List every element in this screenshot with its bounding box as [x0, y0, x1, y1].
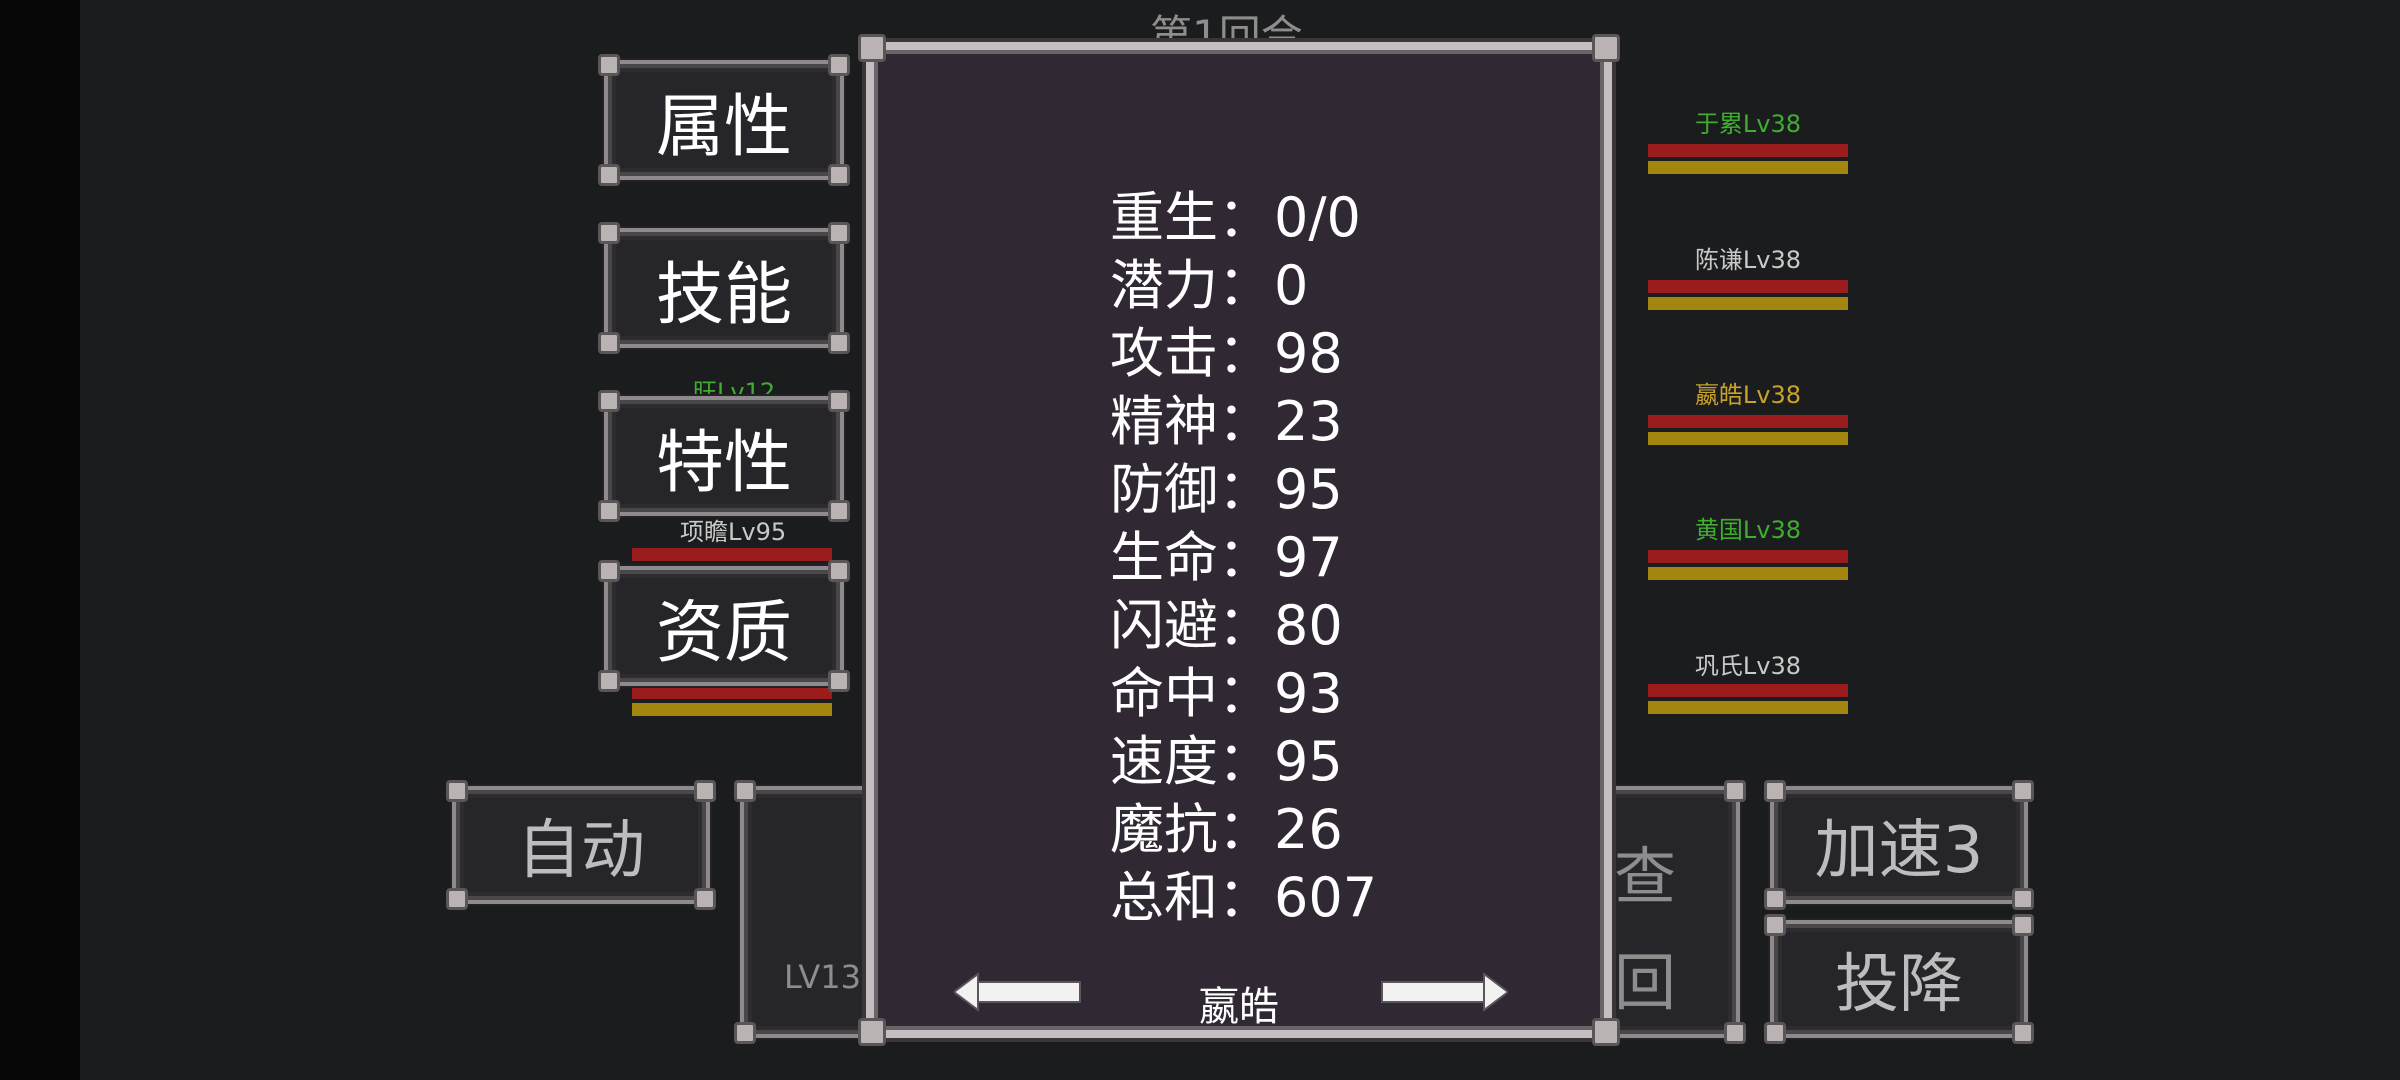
surrender-button[interactable]: 投降 [1764, 914, 2034, 1044]
speed-label: 加速3 [1814, 814, 1984, 888]
stat-row-magic-resist: 魔抗：26 [1110, 798, 1343, 862]
stat-value: 607 [1274, 866, 1378, 929]
stat-label: 攻击： [1110, 322, 1272, 385]
stat-value: 95 [1274, 730, 1343, 793]
stat-value: 95 [1274, 458, 1343, 521]
attributes-label: 属性 [655, 87, 792, 167]
ally-hp-bar-2 [632, 686, 832, 699]
stat-label: 命中： [1110, 662, 1272, 725]
stat-label: 魔抗： [1110, 798, 1272, 861]
enemy-hp-bar [1648, 280, 1848, 293]
return-button-label[interactable]: 回 [1614, 932, 1676, 1022]
stat-value: 97 [1274, 526, 1343, 589]
stat-label: 潜力： [1110, 254, 1272, 317]
enemy-name[interactable]: 巩氏Lv38 [1648, 646, 1848, 681]
stat-value: 80 [1274, 594, 1343, 657]
enemy-hp-bar [1648, 144, 1848, 157]
stat-row-attack: 攻击：98 [1110, 322, 1343, 386]
stat-row-total: 总和：607 [1110, 866, 1377, 930]
stat-label: 总和： [1110, 866, 1272, 929]
left-black-bar [0, 0, 80, 1080]
enemy-mp-bar [1648, 297, 1848, 310]
skills-button[interactable]: 技能 [598, 222, 850, 354]
stat-value: 98 [1274, 322, 1343, 385]
enemy-name[interactable]: 陈谦Lv38 [1648, 240, 1848, 275]
enemy-mp-bar [1648, 567, 1848, 580]
stat-label: 速度： [1110, 730, 1272, 793]
traits-button[interactable]: 特性 [598, 390, 850, 522]
speed-button[interactable]: 加速3 [1764, 780, 2034, 910]
enemy-mp-bar [1648, 161, 1848, 174]
enemy-hp-bar [1648, 550, 1848, 563]
skills-label: 技能 [655, 255, 792, 335]
enemy-name[interactable]: 嬴皓Lv38 [1648, 375, 1848, 410]
stat-label: 防御： [1110, 458, 1272, 521]
ally-label-2: 项瞻Lv95 [680, 518, 787, 546]
aptitude-button[interactable]: 资质 [598, 560, 850, 692]
enemy-hp-bar [1648, 684, 1848, 697]
stat-value: 23 [1274, 390, 1343, 453]
enemy-hp-bar [1648, 415, 1848, 428]
auto-label: 自动 [517, 814, 645, 888]
next-character-arrow-icon[interactable] [1378, 972, 1508, 1012]
stat-value: 0/0 [1274, 186, 1361, 249]
ally-hp-bar [632, 548, 832, 561]
stat-value: 93 [1274, 662, 1343, 725]
aptitude-label: 资质 [655, 593, 792, 673]
surrender-label: 投降 [1835, 948, 1963, 1022]
stat-row-potential: 潜力：0 [1110, 254, 1308, 318]
stat-row-rebirth: 重生：0/0 [1110, 186, 1361, 250]
stat-label: 闪避： [1110, 594, 1272, 657]
ally-mp-bar-2 [632, 703, 832, 716]
player-portrait-frame[interactable] [734, 780, 880, 1044]
stat-label: 生命： [1110, 526, 1272, 589]
enemy-name[interactable]: 黄国Lv38 [1648, 510, 1848, 545]
stat-row-spirit: 精神：23 [1110, 390, 1343, 454]
stat-label: 精神： [1110, 390, 1272, 453]
stat-row-accuracy: 命中：93 [1110, 662, 1343, 726]
stat-row-defense: 防御：95 [1110, 458, 1343, 522]
enemy-mp-bar [1648, 701, 1848, 714]
enemy-name[interactable]: 于累Lv38 [1648, 104, 1848, 139]
view-button-label[interactable]: 查 [1614, 826, 1676, 916]
stat-value: 26 [1274, 798, 1343, 861]
traits-label: 特性 [655, 423, 792, 503]
stat-row-life: 生命：97 [1110, 526, 1343, 590]
character-stats-panel: 重生：0/0 潜力：0 攻击：98 精神：23 防御：95 生命：97 闪避：8… [858, 34, 1620, 1046]
stat-value: 0 [1274, 254, 1309, 317]
stat-row-speed: 速度：95 [1110, 730, 1343, 794]
auto-button[interactable]: 自动 [446, 780, 716, 910]
attributes-button[interactable]: 属性 [598, 54, 850, 186]
stat-label: 重生： [1110, 186, 1272, 249]
stat-row-dodge: 闪避：80 [1110, 594, 1343, 658]
enemy-mp-bar [1648, 432, 1848, 445]
